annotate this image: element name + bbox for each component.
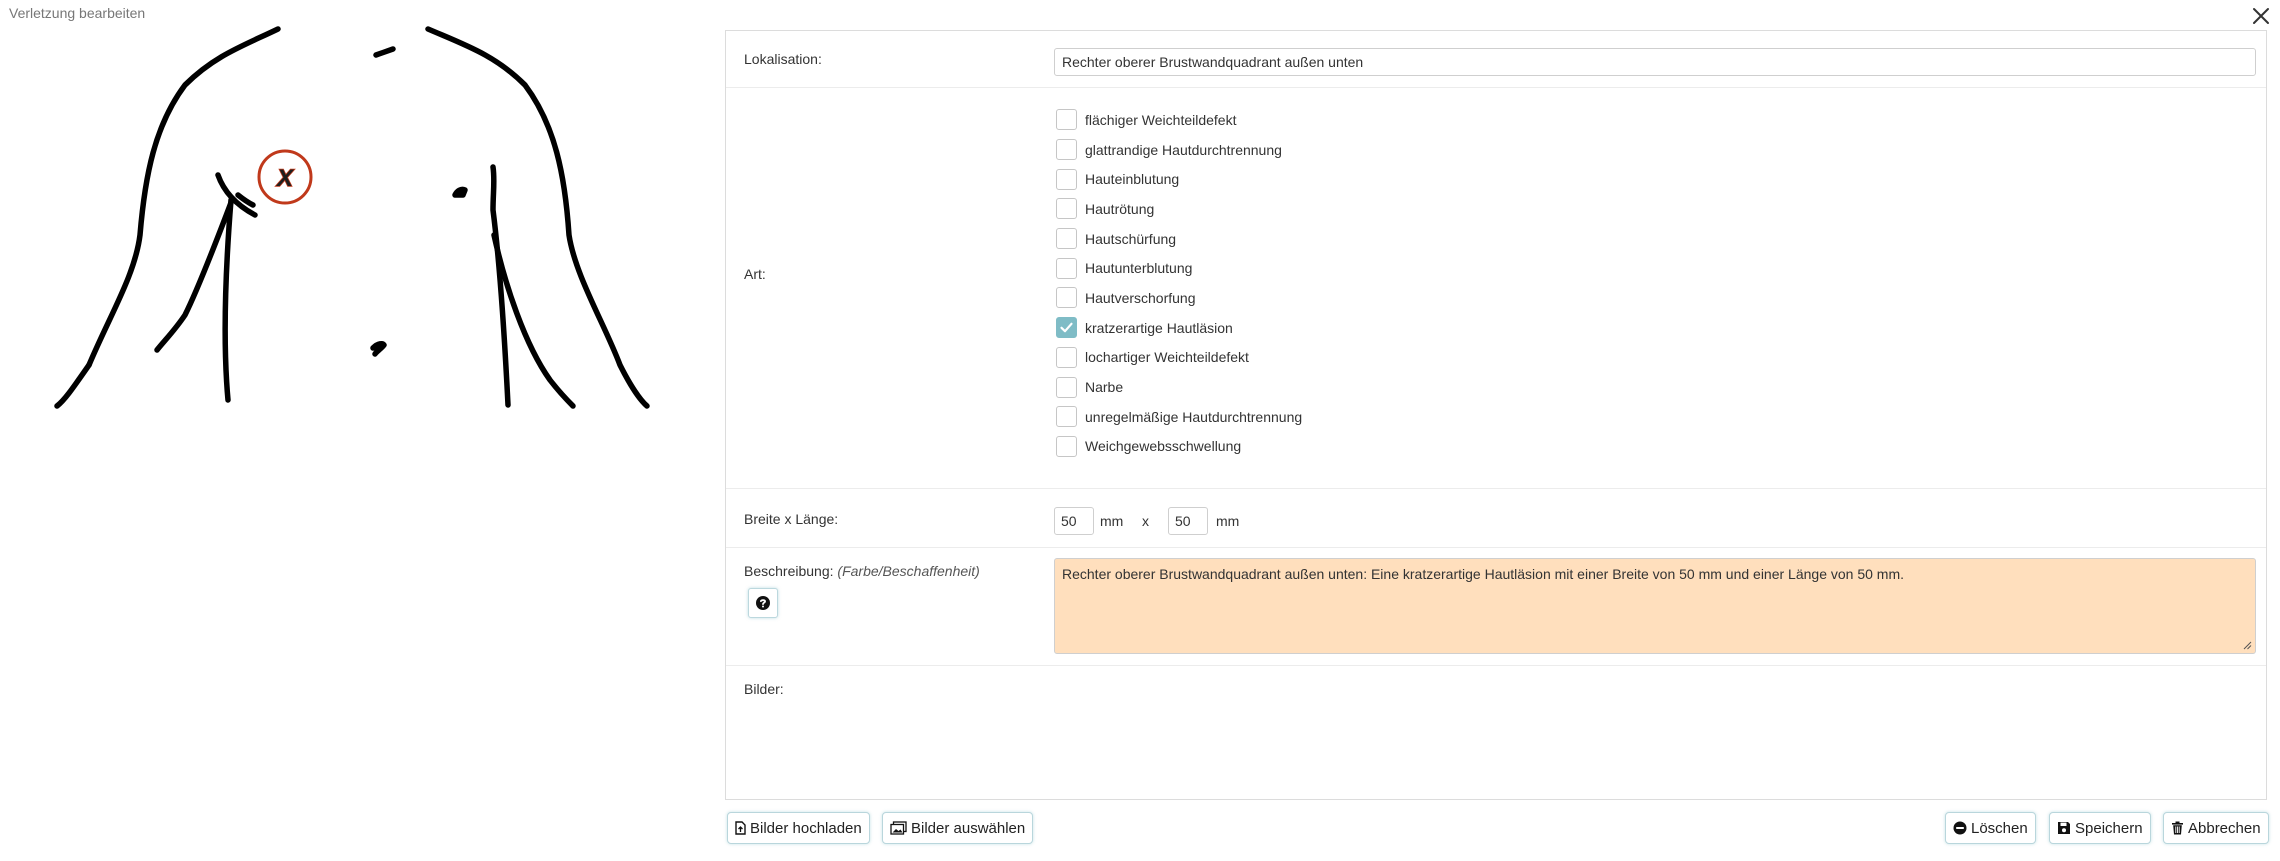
art-option-label: flächiger Weichteildefekt	[1085, 111, 1237, 128]
cancel-label: Abbrechen	[2188, 819, 2261, 837]
description-row: Beschreibung: (Farbe/Beschaffenheit) Rec…	[726, 548, 2266, 666]
length-unit: mm	[1216, 513, 1240, 529]
art-option-checkbox[interactable]	[1056, 346, 1077, 368]
art-option[interactable]: Hauteinblutung	[1056, 164, 1302, 194]
resize-grip-icon[interactable]	[2242, 640, 2252, 650]
art-option[interactable]: kratzerartige Hautläsion	[1056, 313, 1302, 343]
art-option-label: glattrandige Hautdurchtrennung	[1085, 141, 1282, 158]
art-option-checkbox[interactable]	[1056, 317, 1077, 339]
art-option-checkbox[interactable]	[1056, 198, 1077, 220]
art-label: Art:	[744, 266, 766, 282]
minus-circle-icon	[1953, 821, 1967, 835]
art-option-label: Hautrötung	[1085, 200, 1155, 217]
art-option[interactable]: Hautschürfung	[1056, 224, 1302, 254]
art-option-checkbox[interactable]	[1056, 228, 1077, 250]
delete-label: Löschen	[1971, 819, 2028, 837]
save-button[interactable]: Speichern	[2049, 812, 2151, 844]
images-row: Bilder:	[726, 666, 2266, 801]
images-label: Bilder:	[744, 681, 784, 697]
question-circle-icon	[756, 596, 770, 610]
images-icon	[890, 821, 907, 835]
help-button[interactable]	[748, 588, 778, 618]
length-input[interactable]	[1168, 507, 1208, 535]
close-icon[interactable]	[2247, 2, 2275, 30]
art-option-checkbox[interactable]	[1056, 109, 1077, 131]
localisation-row: Lokalisation:	[726, 31, 2266, 88]
art-option-checkbox[interactable]	[1056, 376, 1077, 398]
delete-button[interactable]: Löschen	[1945, 812, 2036, 844]
art-option-label: unregelmäßige Hautdurchtrennung	[1085, 408, 1303, 425]
art-checkbox-list: flächiger Weichteildefekt glattrandige Ha…	[1056, 105, 1302, 461]
floppy-disk-icon	[2058, 822, 2070, 834]
upload-images-label: Bilder hochladen	[750, 819, 862, 837]
localisation-label: Lokalisation:	[744, 51, 822, 67]
art-option[interactable]: flächiger Weichteildefekt	[1056, 105, 1302, 135]
width-unit: mm	[1100, 513, 1124, 529]
art-option[interactable]: Weichgewebsschwellung	[1056, 432, 1302, 462]
art-option-label: Weichgewebsschwellung	[1085, 438, 1242, 455]
width-input[interactable]	[1054, 507, 1094, 535]
description-text: Rechter oberer Brustwandquadrant außen u…	[1062, 566, 1905, 582]
trash-icon	[2172, 821, 2183, 835]
file-upload-icon	[735, 821, 746, 835]
art-option-checkbox[interactable]	[1056, 139, 1077, 161]
save-label: Speichern	[2075, 819, 2143, 837]
description-label-text: Beschreibung:	[744, 563, 834, 579]
art-option-label: Hautunterblutung	[1085, 260, 1193, 277]
cancel-button[interactable]: Abbrechen	[2163, 812, 2269, 844]
art-option-label: Narbe	[1085, 379, 1124, 396]
body-diagram[interactable]: X	[45, 25, 685, 410]
injury-marker-label: X	[275, 165, 295, 192]
art-option[interactable]: lochartiger Weichteildefekt	[1056, 343, 1302, 373]
art-option-label: Hautschürfung	[1085, 230, 1177, 247]
art-option[interactable]: unregelmäßige Hautdurchtrennung	[1056, 402, 1302, 432]
art-option[interactable]: Hautunterblutung	[1056, 253, 1302, 283]
art-option-label: lochartiger Weichteildefekt	[1085, 349, 1249, 366]
localisation-input[interactable]	[1054, 48, 2256, 76]
size-row: Breite x Länge: mm x mm	[726, 489, 2266, 548]
art-option-checkbox[interactable]	[1056, 168, 1077, 190]
description-textarea[interactable]: Rechter oberer Brustwandquadrant außen u…	[1054, 558, 2256, 654]
art-option-label: Hauteinblutung	[1085, 171, 1180, 188]
art-option-checkbox[interactable]	[1056, 287, 1077, 309]
injury-form: Lokalisation: Art: flächiger Weichteilde…	[725, 30, 2267, 800]
art-option-label: Hautverschorfung	[1085, 289, 1196, 306]
description-label: Beschreibung: (Farbe/Beschaffenheit)	[744, 563, 980, 579]
dialog-title: Verletzung bearbeiten	[9, 5, 146, 21]
art-option-label: kratzerartige Hautläsion	[1085, 319, 1233, 336]
select-images-label: Bilder auswählen	[911, 819, 1026, 837]
art-option[interactable]: Hautverschorfung	[1056, 283, 1302, 313]
check-icon	[1060, 322, 1073, 333]
description-hint: (Farbe/Beschaffenheit)	[837, 563, 980, 579]
art-option-checkbox[interactable]	[1056, 406, 1077, 428]
art-option[interactable]: Narbe	[1056, 372, 1302, 402]
size-separator: x	[1142, 513, 1149, 529]
select-images-button[interactable]: Bilder auswählen	[882, 812, 1034, 844]
art-option-checkbox[interactable]	[1056, 257, 1077, 279]
art-option-checkbox[interactable]	[1056, 435, 1077, 457]
upload-images-button[interactable]: Bilder hochladen	[727, 812, 870, 844]
art-row: Art: flächiger Weichteildefekt glattrandi…	[726, 88, 2266, 489]
art-option[interactable]: glattrandige Hautdurchtrennung	[1056, 135, 1302, 165]
size-label: Breite x Länge:	[744, 511, 839, 527]
art-option[interactable]: Hautrötung	[1056, 194, 1302, 224]
